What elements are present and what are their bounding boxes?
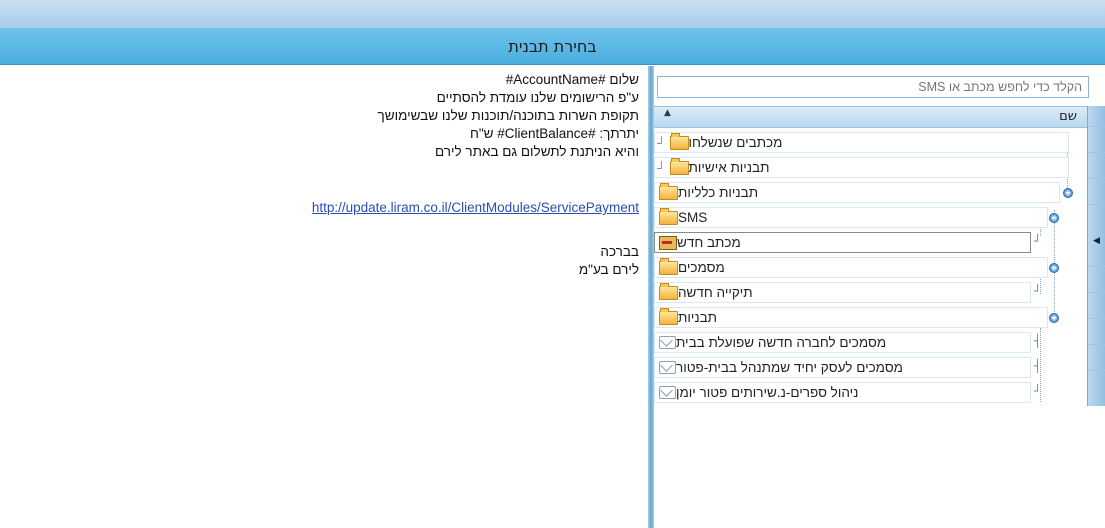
preview-line: תקופת השרות בתוכנה/תוכנות שלנו שבשימושך [377,108,639,123]
preview-line: יתרתך: #ClientBalance# ש"ח [469,126,639,141]
tree-item-new-folder[interactable]: תיקייה חדשה [654,282,1031,303]
preview-closing: בברכה [600,244,639,259]
tree-item-label: מכתב חדש [677,235,741,250]
folder-icon [659,282,678,300]
tree-item-template-sole-proprietor[interactable]: מסמכים לעסק יחיד שמתנהל בבית-פטור [654,357,1031,378]
preview-line: ע"פ הרישומים שלנו עומדת להסתיים [436,90,639,105]
sidetab-divider [1088,152,1105,153]
folder-icon [659,257,678,275]
tree-item-label: מסמכים [678,260,725,275]
tree-branch: ┘ [1034,284,1042,298]
tree-item-label: מכתבים שנשלחו [688,135,783,150]
tree-branch: ┘ [657,135,666,150]
template-browser: ▲ שם ◀ ┘ מכתבים שנשלחו ┘ תבניות אישיות [654,66,1105,528]
tree-item-sms[interactable]: SMS [654,207,1048,228]
column-name-label: שם [1059,109,1077,124]
sidetab-divider [1088,318,1105,319]
tree-item-general-templates[interactable]: תבניות כלליות [654,182,1060,203]
folder-icon [659,182,678,200]
collapse-toggle-icon[interactable] [1049,213,1059,223]
tree-branch: ┘ [1034,384,1042,398]
template-icon [659,336,676,349]
sidetab-divider [1088,370,1105,371]
preview-line: שלום #AccountName# [505,72,639,87]
tree-item-label: תבניות אישיות [688,160,770,175]
dialog-title-text: בחירת תבנית [508,36,597,56]
tree-branch: ┤ [1034,334,1042,348]
dialog-title: בחירת תבנית [0,28,1105,65]
sidetab-divider [1088,266,1105,267]
collapse-toggle-icon[interactable] [1063,188,1073,198]
sidetab-divider [1088,178,1105,179]
tree-column-header[interactable]: ▲ שם [654,106,1087,128]
tree-item-template-new-company[interactable]: מסמכים לחברה חדשה שפועלת בבית [654,332,1031,353]
tree-branch: ┤ [1034,359,1042,373]
tree-item-new-letter[interactable]: מכתב חדש [654,232,1031,253]
collapse-panel-tab[interactable]: ◀ [1087,106,1105,406]
tree-item-label: מסמכים לחברה חדשה שפועלת בבית [676,335,887,350]
search-input[interactable] [657,76,1089,98]
template-tree: ┘ מכתבים שנשלחו ┘ תבניות אישיות תבניות כ… [654,128,1087,418]
preview-line: והיא הניתנת לתשלום גם באתר לירם [435,144,639,159]
tree-item-sent-letters[interactable]: ┘ מכתבים שנשלחו [654,132,1069,153]
tree-item-label: תבניות [678,310,717,325]
tree-item-template-bookkeeping[interactable]: ניהול ספרים-נ.שירותים פטור יומן [654,382,1031,403]
collapse-arrow-icon[interactable]: ◀ [1093,236,1100,246]
payment-link[interactable]: http://update.liram.co.il/ClientModules/… [312,200,639,216]
window-top-strip [0,0,1105,28]
tree-item-templates[interactable]: תבניות [654,307,1048,328]
folder-icon [659,307,678,325]
sidetab-divider [1088,126,1105,127]
tree-item-personal-templates[interactable]: ┘ תבניות אישיות [654,157,1069,178]
tree-branch: ┘ [1034,234,1042,248]
sidetab-divider [1088,204,1105,205]
folder-icon [669,157,689,175]
tree-item-label: תיקייה חדשה [678,285,753,300]
tree-item-documents[interactable]: מסמכים [654,257,1048,278]
template-icon [659,361,676,374]
tree-item-label: תבניות כלליות [678,185,759,200]
document-icon [659,235,677,250]
template-preview: שלום #AccountName# ע"פ הרישומים שלנו עומ… [0,66,645,528]
tree-branch: ┘ [657,160,666,175]
folder-icon [659,207,678,225]
preview-signature: לירם בע"מ [578,262,639,277]
collapse-toggle-icon[interactable] [1049,313,1059,323]
tree-item-label: ניהול ספרים-נ.שירותים פטור יומן [676,385,859,400]
folder-icon [669,132,689,150]
tree-item-label: מסמכים לעסק יחיד שמתנהל בבית-פטור [676,360,903,375]
sidetab-divider [1088,344,1105,345]
template-icon [659,386,676,399]
sort-arrow-icon: ▲ [664,108,671,118]
collapse-toggle-icon[interactable] [1049,263,1059,273]
tree-item-label: SMS [678,210,708,225]
sidetab-divider [1088,292,1105,293]
